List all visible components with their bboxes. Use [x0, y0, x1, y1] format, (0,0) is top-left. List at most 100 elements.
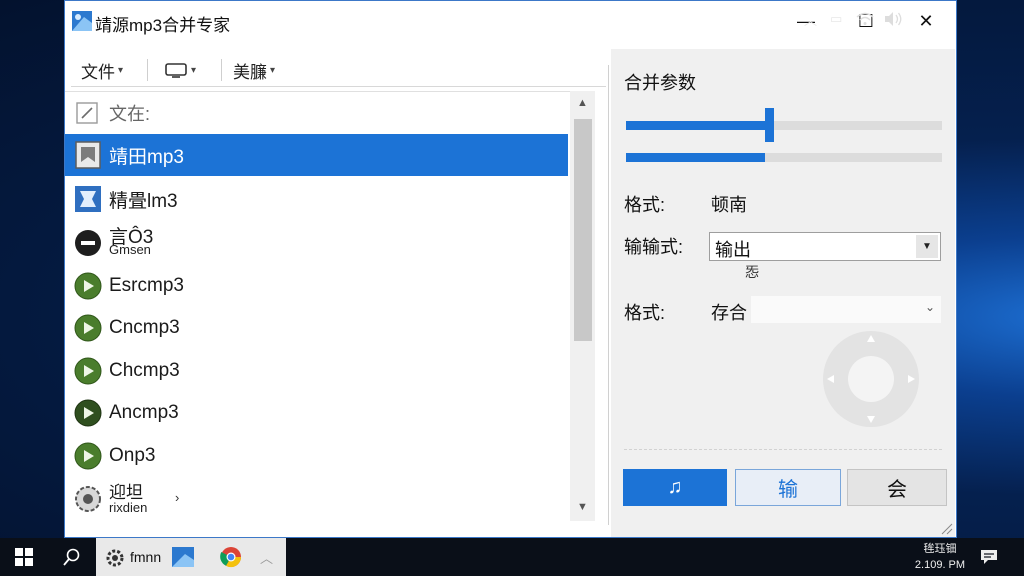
- format2-value: 存合: [711, 303, 747, 323]
- notification-button[interactable]: [980, 538, 998, 576]
- file-row-label: Cncmp3: [109, 317, 180, 338]
- file-row[interactable]: 迎坦 rixdien ›: [65, 478, 568, 520]
- volume-slider[interactable]: [626, 108, 942, 142]
- toolbar: 文件 ▾ ▾ 美臁 ▾: [71, 51, 606, 87]
- close-icon: ✕: [918, 10, 934, 31]
- list-header-row[interactable]: 文在:: [65, 92, 568, 134]
- green-play-icon: [74, 314, 102, 342]
- format2-combo[interactable]: ⌄: [751, 296, 941, 323]
- chevron-up-icon[interactable]: ︿: [260, 548, 273, 567]
- window-title: 靖源mp3合并专家: [95, 16, 231, 35]
- params-panel: 合并参数 格式: 顿南 输输式: 输出 ▼ 㤅 格式: 存合 ⌄ ♫ 输 会: [611, 49, 955, 537]
- clock-line-2: 2.109. PM: [914, 559, 966, 571]
- music-note-icon: ♫: [667, 476, 683, 498]
- close-button[interactable]: ✕: [896, 1, 956, 41]
- toolbar-divider: [147, 59, 148, 81]
- file-menu[interactable]: 文件 ▾: [81, 57, 123, 83]
- output-button[interactable]: 输: [735, 469, 841, 506]
- file-row-label: 靖田mp3: [109, 146, 184, 168]
- file-row-sublabel: rixdien: [109, 500, 148, 515]
- pane-divider: [608, 65, 609, 525]
- start-button[interactable]: [4, 538, 44, 576]
- dropdown-arrow-icon[interactable]: ▼: [916, 235, 938, 258]
- params-group-title: 合并参数: [624, 73, 696, 93]
- list-scrollbar[interactable]: ▲ ▼: [570, 91, 595, 521]
- taskbar-app-label: fmnn: [130, 549, 162, 565]
- volume-icon[interactable]: [883, 0, 903, 38]
- app-logo-icon: [172, 547, 194, 567]
- file-row-label: Ancmp3: [109, 402, 179, 423]
- output-select[interactable]: 输出 ▼: [709, 232, 941, 261]
- document-icon: [75, 141, 101, 169]
- search-button[interactable]: [52, 538, 92, 576]
- resize-grip-icon[interactable]: [937, 519, 953, 535]
- merge-button-label: 会: [887, 479, 907, 501]
- format-value: 顿南: [711, 195, 747, 215]
- clock-line-1: 毪珏钿: [923, 543, 957, 555]
- beauty-menu-label: 美臁: [233, 62, 267, 82]
- black-disc-icon: [75, 230, 101, 256]
- dark-green-play-icon: [74, 399, 102, 427]
- app-window: 靖源mp3合并专家 — ☐ ✕ 文件 ▾ ▾ 美臁 ▾ 文在: 靖田mp3 精畳…: [64, 0, 957, 538]
- file-row[interactable]: 言Ô3 Gmsen: [65, 222, 568, 264]
- output-select-value: 输出: [715, 240, 751, 260]
- chevron-down-icon: ▾: [270, 64, 276, 76]
- file-row-sublabel: Gmsen: [109, 242, 151, 257]
- file-row[interactable]: Ancmp3: [65, 392, 568, 434]
- scroll-up-icon[interactable]: ▲: [570, 91, 595, 115]
- control-wheel-icon[interactable]: [821, 329, 921, 429]
- list-header-label: 文在:: [109, 104, 151, 124]
- file-row[interactable]: Chcmp3: [65, 350, 568, 392]
- title-bar[interactable]: 靖源mp3合并专家 — ☐ ✕: [65, 1, 956, 41]
- gear-icon: [75, 486, 101, 512]
- output-label: 输输式:: [624, 237, 684, 257]
- progress-fill: [626, 153, 765, 162]
- chevron-down-icon: ▾: [118, 64, 124, 76]
- file-row-label: Onp3: [109, 445, 156, 466]
- windows-logo-icon: [15, 548, 33, 566]
- file-row[interactable]: 精畳lm3: [65, 178, 568, 220]
- file-row-label: Chcmp3: [109, 360, 180, 381]
- view-menu[interactable]: ▾: [164, 57, 196, 83]
- scroll-down-icon[interactable]: ▼: [570, 495, 595, 519]
- file-row[interactable]: Onp3: [65, 435, 568, 477]
- green-play-icon: [74, 357, 102, 385]
- file-row[interactable]: 靖田mp3: [65, 134, 568, 176]
- taskbar-active-app[interactable]: fmnn ︿: [96, 538, 286, 576]
- chevron-right-icon: ›: [175, 490, 180, 505]
- file-row[interactable]: Esrcmp3: [65, 265, 568, 307]
- file-row-label: Esrcmp3: [109, 275, 184, 296]
- file-row-label: 精畳lm3: [109, 190, 178, 212]
- file-menu-label: 文件: [81, 62, 115, 82]
- monitor-icon: [165, 63, 187, 78]
- chevron-down-icon: ⌄: [924, 300, 935, 314]
- green-play-icon: [74, 272, 102, 300]
- output-hint: 㤅: [745, 264, 759, 280]
- output-button-label: 输: [778, 479, 798, 501]
- chevron-down-icon: ▾: [191, 64, 197, 76]
- panel-divider: [624, 449, 942, 450]
- battery-icon[interactable]: ▭: [830, 0, 842, 38]
- toolbar-divider: [221, 59, 222, 81]
- scroll-thumb[interactable]: [574, 119, 592, 341]
- file-row[interactable]: Cncmp3: [65, 307, 568, 349]
- gear-icon: [106, 549, 124, 567]
- format2-label: 格式:: [624, 303, 666, 323]
- system-clock[interactable]: 毪珏钿 2.109. PM: [910, 541, 970, 573]
- blue-box-icon: [75, 186, 101, 212]
- notification-icon: [981, 550, 997, 564]
- slider-thumb[interactable]: [765, 108, 774, 142]
- green-play-icon: [74, 442, 102, 470]
- progress-bar[interactable]: [626, 153, 942, 162]
- music-button[interactable]: ♫: [623, 469, 727, 506]
- edit-icon: [76, 102, 98, 124]
- app-logo-icon: [72, 11, 92, 31]
- format-label: 格式:: [624, 195, 666, 215]
- beauty-menu[interactable]: 美臁 ▾: [233, 57, 275, 83]
- file-list[interactable]: 文在: 靖田mp3 精畳lm3 言Ô3 Gmsen Esrcmp3 Cncmp3…: [65, 91, 595, 521]
- chrome-icon[interactable]: [220, 546, 242, 568]
- network-icon[interactable]: [856, 0, 874, 38]
- tray-overflow-icon[interactable]: ︿: [804, 0, 817, 38]
- slider-fill: [626, 121, 765, 130]
- merge-button[interactable]: 会: [847, 469, 947, 506]
